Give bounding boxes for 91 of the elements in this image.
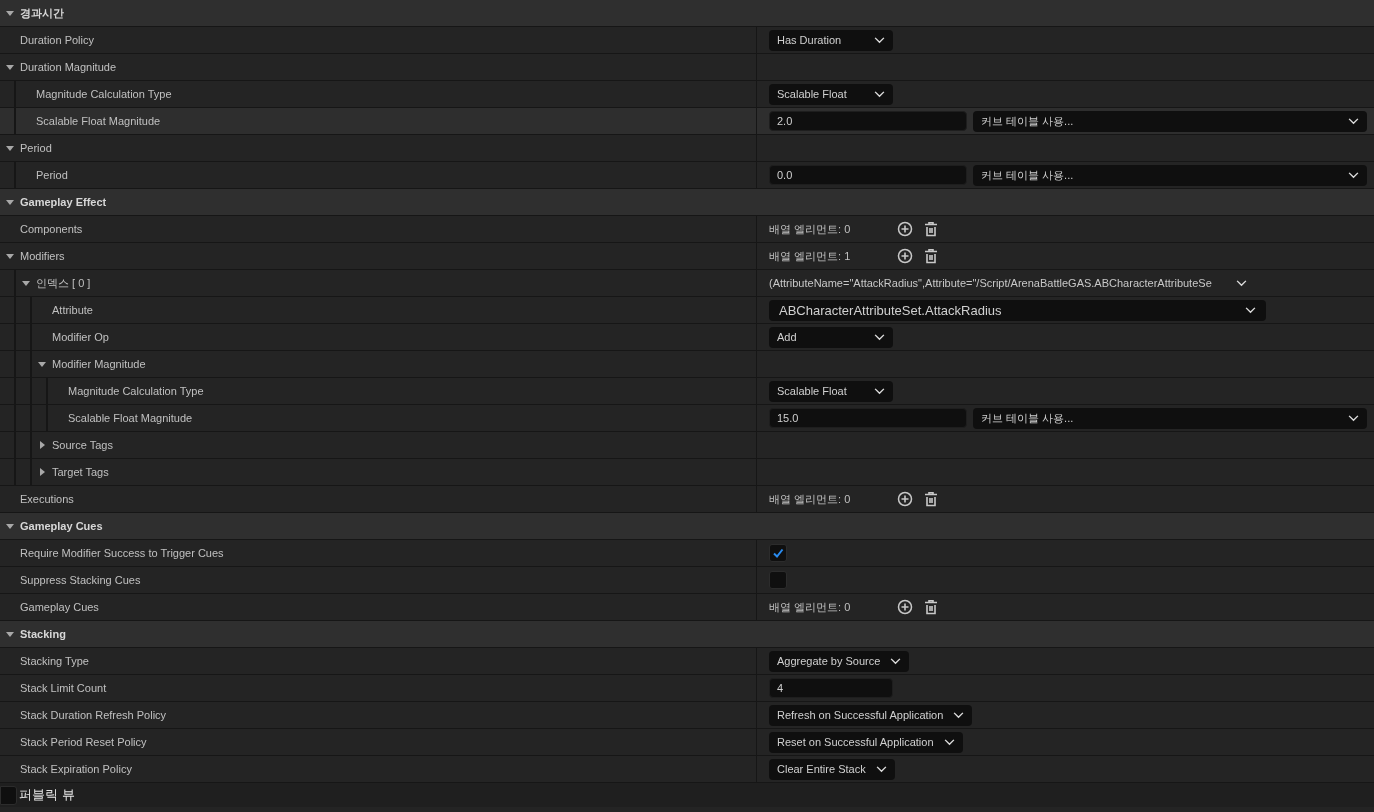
property-label: Suppress Stacking Cues — [20, 574, 141, 586]
add-icon[interactable] — [897, 599, 913, 615]
check-icon — [772, 547, 784, 559]
dropdown[interactable]: Aggregate by Source — [769, 650, 910, 672]
property-label: Duration Policy — [20, 34, 94, 46]
chevron-down-icon — [1245, 306, 1256, 314]
trash-icon[interactable] — [923, 221, 939, 237]
property-label: Scalable Float Magnitude — [68, 412, 193, 424]
category-title: 경과시간 — [20, 5, 64, 21]
number-field[interactable]: 4 — [769, 678, 893, 698]
attribute-dropdown[interactable]: ABCharacterAttributeSet.AttackRadius — [769, 299, 1266, 321]
chevron-down-icon — [943, 738, 955, 746]
property-label: Stack Duration Refresh Policy — [20, 709, 167, 721]
property-label: 인덱스 [ 0 ] — [36, 275, 91, 291]
property-label: Magnitude Calculation Type — [68, 385, 204, 397]
chevron-down-icon — [1348, 117, 1359, 125]
checkbox[interactable] — [769, 571, 787, 589]
chevron-down-icon — [875, 765, 887, 773]
category-title: Stacking — [20, 628, 66, 640]
expander-triangle-icon[interactable] — [5, 521, 15, 531]
dropdown[interactable]: Scalable Float — [769, 83, 893, 105]
property-label: Components — [20, 223, 83, 235]
expander-triangle-icon[interactable] — [21, 278, 31, 288]
property-label: Period — [20, 142, 52, 154]
category-header[interactable]: 경과시간 — [0, 0, 1374, 27]
dropdown[interactable]: Has Duration — [769, 29, 893, 51]
add-icon[interactable] — [897, 248, 913, 264]
property-label: Stack Limit Count — [20, 682, 107, 694]
chevron-down-icon — [890, 657, 902, 665]
property-label: Require Modifier Success to Trigger Cues — [20, 547, 224, 559]
category-title: Gameplay Effect — [20, 196, 107, 208]
chevron-down-icon — [874, 387, 885, 395]
property-label: Modifier Magnitude — [52, 358, 146, 370]
curve-table-dropdown[interactable]: 커브 테이블 사용... — [973, 164, 1367, 186]
array-count: 배열 엘리먼트: 0 — [769, 221, 852, 237]
property-label: Stacking Type — [20, 655, 89, 667]
chevron-down-icon — [1348, 414, 1359, 422]
trash-icon[interactable] — [923, 248, 939, 264]
chevron-down-icon — [874, 90, 885, 98]
property-label: Duration Magnitude — [20, 61, 116, 73]
category-title: Gameplay Cues — [20, 520, 103, 532]
property-label: Modifier Op — [52, 331, 109, 343]
expander-triangle-icon[interactable] — [5, 629, 15, 639]
number-field[interactable]: 15.0 — [769, 408, 967, 428]
curve-table-dropdown[interactable]: 커브 테이블 사용... — [973, 110, 1367, 132]
expander-triangle-icon[interactable] — [5, 251, 15, 261]
dropdown[interactable]: Clear Entire Stack — [769, 758, 895, 780]
property-label: Executions — [20, 493, 74, 505]
public-view-label: 퍼블릭 뷰 — [19, 786, 75, 804]
dropdown[interactable]: Refresh on Successful Application — [769, 704, 973, 726]
category-header[interactable]: Gameplay Cues — [0, 513, 1374, 540]
category-header[interactable]: Gameplay Effect — [0, 189, 1374, 216]
property-label: Modifiers — [20, 250, 65, 262]
add-icon[interactable] — [897, 221, 913, 237]
chevron-down-icon — [1348, 171, 1359, 179]
struct-summary: (AttributeName="AttackRadius",Attribute="/Script/ArenaBattleGAS.ABCharacterAttributeSe — [769, 277, 1212, 289]
array-count: 배열 엘리먼트: 0 — [769, 599, 852, 615]
expander-triangle-icon[interactable] — [37, 440, 47, 450]
property-label: Gameplay Cues — [20, 601, 99, 613]
expander-triangle-icon[interactable] — [5, 62, 15, 72]
trash-icon[interactable] — [923, 599, 939, 615]
expander-triangle-icon[interactable] — [37, 359, 47, 369]
property-label: Period — [36, 169, 68, 181]
category-header[interactable]: Stacking — [0, 621, 1374, 648]
number-field[interactable]: 0.0 — [769, 165, 967, 185]
property-label: Target Tags — [52, 466, 109, 478]
dropdown[interactable]: Add — [769, 326, 893, 348]
dropdown[interactable]: Reset on Successful Application — [769, 731, 963, 753]
checkbox[interactable] — [0, 785, 17, 805]
trash-icon[interactable] — [923, 491, 939, 507]
chevron-down-icon — [874, 36, 885, 44]
chevron-down-icon — [953, 711, 965, 719]
add-icon[interactable] — [897, 491, 913, 507]
chevron-down-icon — [874, 333, 885, 341]
curve-table-dropdown[interactable]: 커브 테이블 사용... — [973, 407, 1367, 429]
expander-triangle-icon[interactable] — [5, 143, 15, 153]
array-count: 배열 엘리먼트: 0 — [769, 491, 852, 507]
expander-triangle-icon[interactable] — [37, 467, 47, 477]
property-label: Source Tags — [52, 439, 113, 451]
property-label: Attribute — [52, 304, 93, 316]
expander-triangle-icon[interactable] — [5, 8, 15, 18]
number-field[interactable]: 2.0 — [769, 111, 967, 131]
property-label: Stack Period Reset Policy — [20, 736, 147, 748]
dropdown[interactable]: Scalable Float — [769, 380, 893, 402]
chevron-down-icon[interactable] — [1235, 279, 1247, 287]
property-label: Magnitude Calculation Type — [36, 88, 172, 100]
property-label: Stack Expiration Policy — [20, 763, 132, 775]
checkbox[interactable] — [769, 544, 787, 562]
property-label: Scalable Float Magnitude — [36, 115, 161, 127]
expander-triangle-icon[interactable] — [5, 197, 15, 207]
array-count: 배열 엘리먼트: 1 — [769, 248, 852, 264]
